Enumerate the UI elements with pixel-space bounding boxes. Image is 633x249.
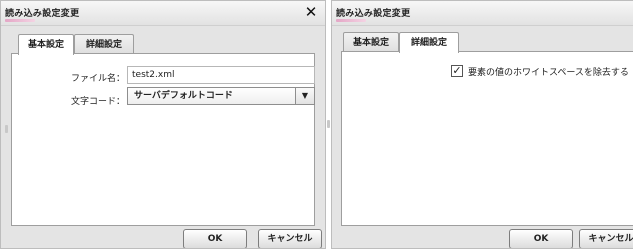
whitespace-checkbox[interactable]: ✓	[451, 65, 463, 77]
tab-detail-settings[interactable]: 詳細設定	[399, 32, 459, 53]
encoding-selected-value: サーバデフォルトコード	[134, 91, 233, 101]
filename-field[interactable]: test2.xml	[127, 66, 315, 84]
encoding-select[interactable]: サーバデフォルトコード ▼	[127, 87, 315, 105]
filename-value: test2.xml	[132, 70, 175, 80]
resize-grip	[5, 125, 8, 133]
encoding-label: 文字コード：	[71, 97, 126, 107]
dropdown-arrow-icon[interactable]: ▼	[295, 88, 314, 104]
ok-button[interactable]: OK	[183, 229, 247, 248]
title-accent-decoration	[336, 19, 366, 22]
import-settings-dialog-detail: 読み込み設定変更 基本設定 詳細設定 ✓ 要素の値のホワイトスペースを除去する …	[331, 0, 633, 249]
tab-basic-settings[interactable]: 基本設定	[18, 34, 74, 55]
tab-detail-settings[interactable]: 詳細設定	[74, 34, 134, 54]
dialog-titlebar[interactable]: 読み込み設定変更	[332, 1, 633, 26]
filename-label: ファイル名：	[71, 74, 126, 84]
whitespace-checkbox-label[interactable]: 要素の値のホワイトスペースを除去する	[468, 65, 629, 78]
checkmark-icon: ✓	[452, 64, 462, 77]
ok-button[interactable]: OK	[509, 229, 573, 248]
dialog-title: 読み込み設定変更	[336, 9, 411, 19]
title-accent-decoration	[5, 19, 35, 22]
close-icon[interactable]: ✕	[304, 5, 318, 20]
dialog-titlebar[interactable]: 読み込み設定変更 ✕	[1, 1, 325, 26]
dialog-title: 読み込み設定変更	[5, 9, 80, 19]
cancel-button[interactable]: キャンセル	[579, 229, 633, 248]
import-settings-dialog-basic: 読み込み設定変更 ✕ 基本設定 詳細設定 ファイル名： test2.xml 文字…	[0, 0, 326, 249]
cancel-button[interactable]: キャンセル	[258, 229, 322, 248]
tab-basic-settings[interactable]: 基本設定	[343, 32, 399, 52]
splitter-handle	[327, 120, 330, 128]
